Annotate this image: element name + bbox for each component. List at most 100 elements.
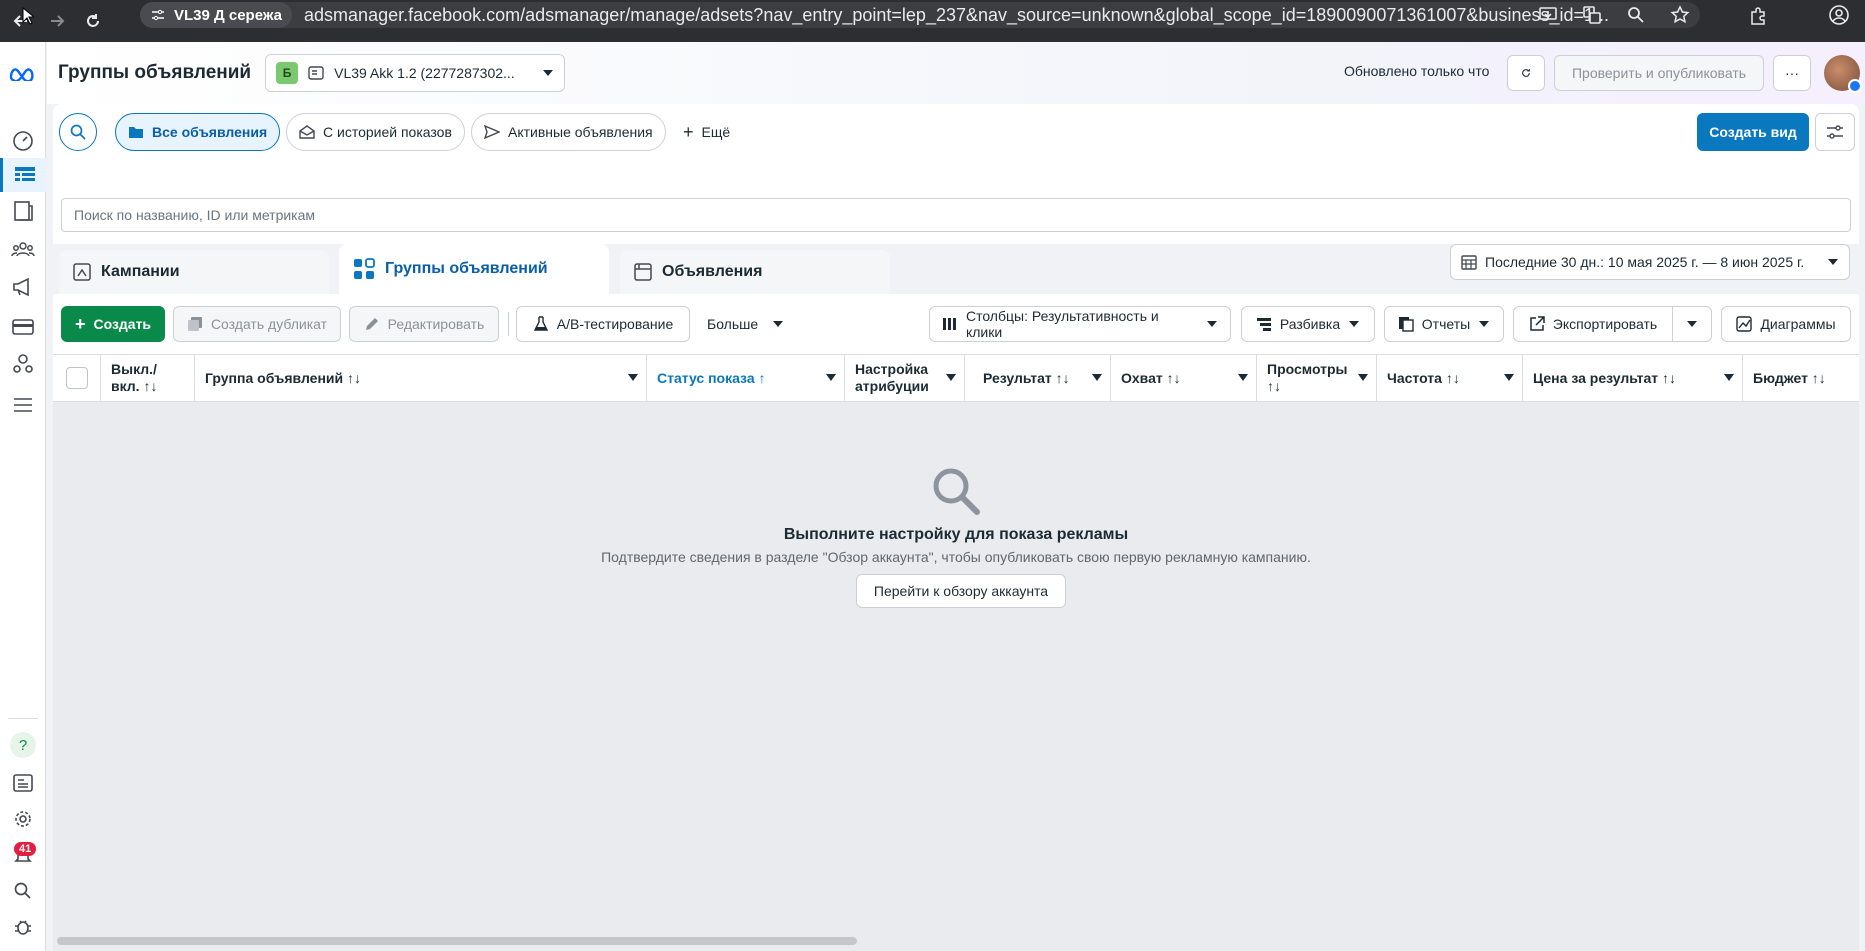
account-overview-button[interactable]: Перейти к обзору аккаунта	[856, 574, 1066, 608]
chevron-down-icon[interactable]	[946, 374, 956, 381]
create-button[interactable]: + Создать	[61, 306, 165, 342]
help-icon[interactable]: ?	[0, 728, 46, 762]
catalog-icon[interactable]	[0, 194, 46, 228]
column-header-budget[interactable]: Бюджет ↑↓	[1743, 355, 1859, 401]
chevron-down-icon[interactable]	[826, 374, 836, 381]
extensions-icon[interactable]	[1748, 6, 1768, 26]
dashboard-icon[interactable]	[0, 124, 46, 158]
filter-more-button[interactable]: + Ещё	[683, 113, 730, 151]
billing-icon[interactable]	[0, 310, 46, 344]
export-button[interactable]: Экспортировать	[1513, 306, 1673, 342]
business-tools-icon[interactable]	[0, 346, 46, 380]
chevron-down-icon[interactable]	[628, 374, 638, 381]
date-range-picker[interactable]: Последние 30 дн.: 10 мая 2025 г. — 8 июн…	[1450, 244, 1850, 280]
review-publish-button[interactable]: Проверить и опубликовать	[1554, 55, 1764, 91]
reports-button[interactable]: Отчеты	[1384, 306, 1504, 342]
tab-campaigns[interactable]: Кампании	[59, 250, 329, 294]
horizontal-scrollbar[interactable]	[57, 937, 857, 945]
chevron-down-icon[interactable]	[1358, 374, 1368, 381]
edit-button[interactable]: Редактировать	[349, 306, 499, 342]
search-icon[interactable]	[0, 874, 46, 908]
tab-campaigns-label: Кампании	[101, 263, 180, 280]
chevron-down-icon	[543, 70, 554, 76]
create-view-button[interactable]: Создать вид	[1697, 113, 1809, 151]
account-badge: Б	[276, 62, 299, 84]
toolbar-divider	[508, 312, 509, 336]
filter-with-history[interactable]: С историей показов	[286, 113, 465, 151]
breakdown-button[interactable]: Разбивка	[1241, 306, 1375, 342]
zoom-icon[interactable]	[1626, 5, 1646, 25]
edit-label: Редактировать	[387, 316, 485, 332]
filter-search-button[interactable]	[59, 113, 97, 151]
ads-manager-icon[interactable]	[0, 158, 46, 192]
browser-toolbar: VL39 Д сережа adsmanager.facebook.com/ad…	[0, 0, 1865, 42]
duplicate-button[interactable]: Создать дубликат	[173, 306, 341, 342]
tab-adsets[interactable]: Группы объявлений	[339, 244, 609, 294]
bookmark-star-icon[interactable]	[1670, 5, 1690, 25]
column-header-adset[interactable]: Группа объявлений ↑↓	[195, 355, 647, 401]
install-icon[interactable]	[1538, 5, 1558, 25]
filter-all-ads[interactable]: Все объявления	[115, 113, 281, 151]
profile-icon[interactable]	[1828, 4, 1850, 26]
address-bar[interactable]: VL39 Д сережа adsmanager.facebook.com/ad…	[140, 2, 1700, 28]
url-text: adsmanager.facebook.com/adsmanager/manag…	[304, 4, 1610, 25]
reload-icon[interactable]	[78, 6, 108, 36]
view-settings-button[interactable]	[1815, 113, 1855, 151]
tab-adsets-label: Группы объявлений	[385, 260, 548, 277]
chevron-down-icon[interactable]	[1724, 374, 1734, 381]
export-dropdown-button[interactable]	[1672, 306, 1712, 342]
flag-icon	[73, 263, 91, 281]
empty-state: Выполните настройку для показа рекламы П…	[53, 402, 1859, 951]
column-header-attribution[interactable]: Настройка атрибуции	[845, 355, 965, 401]
account-name: VL39 Akk 1.2 (2277287302...	[334, 65, 515, 81]
search-input[interactable]: Поиск по названию, ID или метрикам	[61, 198, 1851, 232]
bug-report-icon[interactable]	[0, 910, 46, 944]
column-header-result[interactable]: Результат ↑↓	[965, 355, 1111, 401]
refresh-button[interactable]	[1507, 55, 1545, 91]
news-feed-icon[interactable]	[0, 766, 46, 800]
translate-icon[interactable]	[1582, 5, 1602, 25]
column-header-reach[interactable]: Охват ↑↓	[1111, 355, 1257, 401]
notification-count-badge: 41	[14, 842, 37, 856]
tab-ads[interactable]: Объявления	[620, 250, 890, 294]
refresh-icon	[1522, 69, 1530, 77]
sliders-icon	[1827, 125, 1843, 139]
all-tools-menu-icon[interactable]	[0, 388, 46, 422]
columns-label: Столбцы: Результативность и клики	[965, 308, 1159, 340]
megaphone-icon[interactable]	[0, 270, 46, 304]
column-toggle-label: Выкл./ вкл. ↑↓	[111, 361, 158, 394]
select-all-checkbox[interactable]	[65, 367, 88, 389]
column-header-delivery[interactable]: Статус показа ↑	[647, 355, 845, 401]
columns-button[interactable]: Столбцы: Результативность и клики	[929, 306, 1231, 342]
settings-gear-icon[interactable]	[0, 802, 46, 836]
columns-icon	[942, 318, 956, 330]
select-all-cell	[53, 355, 101, 401]
more-options-button[interactable]: ···	[1773, 55, 1811, 91]
chevron-down-icon[interactable]	[1238, 374, 1248, 381]
duplicate-label: Создать дубликат	[210, 316, 328, 332]
meta-logo-icon[interactable]	[0, 56, 46, 90]
more-actions-button[interactable]: Больше	[707, 306, 784, 342]
ab-test-button[interactable]: A/B-тестирование	[516, 306, 690, 342]
chevron-down-icon[interactable]	[1092, 374, 1102, 381]
site-chip-label: VL39 Д сережа	[174, 6, 283, 24]
column-header-cost-per-result[interactable]: Цена за результат ↑↓	[1523, 355, 1743, 401]
filter-active-ads[interactable]: Активные объявления	[471, 113, 666, 151]
duplicate-icon	[187, 317, 202, 331]
forward-icon[interactable]	[42, 6, 72, 36]
chevron-down-icon[interactable]	[1504, 374, 1514, 381]
charts-button[interactable]: Диаграммы	[1721, 306, 1851, 342]
column-adset-label: Группа объявлений ↑↓	[205, 369, 362, 386]
account-selector[interactable]: Б VL39 Akk 1.2 (2277287302...	[265, 54, 566, 92]
column-reach-label: Охват ↑↓	[1121, 369, 1181, 386]
export-icon	[1530, 316, 1545, 331]
search-placeholder: Поиск по названию, ID или метрикам	[74, 207, 316, 223]
chevron-down-icon	[773, 321, 784, 327]
column-header-impressions[interactable]: Просмотры ↑↓	[1257, 355, 1377, 401]
column-budget-label: Бюджет ↑↓	[1753, 369, 1826, 386]
audiences-icon[interactable]	[0, 232, 46, 266]
site-chip[interactable]: VL39 Д сережа	[140, 2, 293, 28]
empty-state-title: Выполните настройку для показа рекламы	[783, 526, 1129, 543]
column-header-frequency[interactable]: Частота ↑↓	[1377, 355, 1523, 401]
column-header-toggle[interactable]: Выкл./ вкл. ↑↓	[101, 355, 195, 401]
